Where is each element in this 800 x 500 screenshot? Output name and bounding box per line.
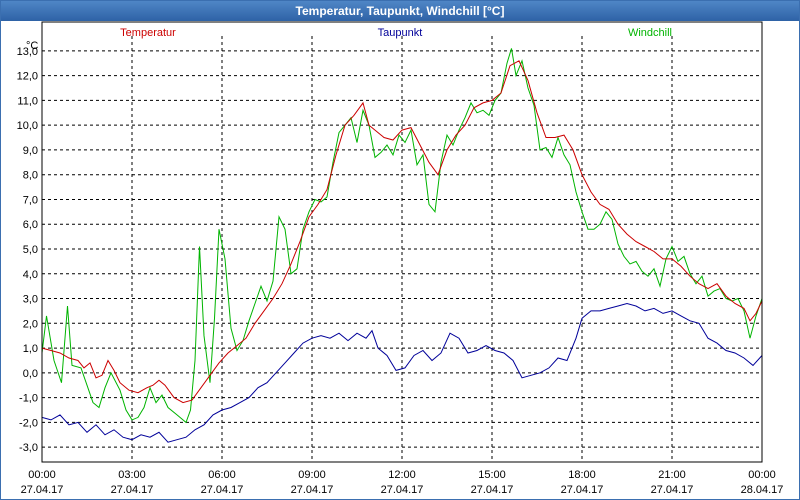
legend-entry-temperatur: Temperatur <box>120 27 176 39</box>
legend-entry-taupunkt: Taupunkt <box>378 27 423 39</box>
y-axis-label: °C <box>26 40 38 52</box>
x-tick-time-label: 00:00 <box>28 469 56 481</box>
x-tick-time-label: 03:00 <box>118 469 146 481</box>
y-tick-label: 4,0 <box>23 269 38 281</box>
x-tick-time-label: 15:00 <box>478 469 506 481</box>
x-tick-date-label: 27.04.17 <box>651 484 694 496</box>
y-tick-label: 8,0 <box>23 170 38 182</box>
x-tick-time-label: 09:00 <box>298 469 326 481</box>
y-tick-label: 2,0 <box>23 318 38 330</box>
grid <box>41 36 763 462</box>
x-tick-time-label: 21:00 <box>658 469 686 481</box>
y-tick-label: 7,0 <box>23 194 38 206</box>
y-tick-label: -1,0 <box>19 393 38 405</box>
y-tick-label: 10,0 <box>17 120 38 132</box>
y-tick-label: 5,0 <box>23 244 38 256</box>
legend-entry-windchill: Windchill <box>628 27 672 39</box>
y-tick-label: 3,0 <box>23 294 38 306</box>
x-axis-ticks: 00:00 27.04.17 03:00 27.04.17 06:00 27.04.17 0… <box>21 469 784 496</box>
x-tick-date-label: 28.04.17 <box>741 484 784 496</box>
y-tick-label: 6,0 <box>23 219 38 231</box>
y-tick-label: -3,0 <box>19 442 38 454</box>
x-tick-date-label: 27.04.17 <box>111 484 154 496</box>
x-tick-date-label: 27.04.17 <box>291 484 334 496</box>
y-axis-ticks: -3,0 -2,0 -1,0 0,0 1,0 2,0 3,0 4,0 5,0 6,0 7,0 8,0 9… <box>17 46 38 454</box>
x-tick-time-label: 06:00 <box>208 469 236 481</box>
x-tick-time-label: 18:00 <box>568 469 596 481</box>
x-tick-time-label: 12:00 <box>388 469 416 481</box>
y-tick-label: 12,0 <box>17 71 38 83</box>
x-tick-date-label: 27.04.17 <box>471 484 514 496</box>
chart-canvas: -3,0 -2,0 -1,0 0,0 1,0 2,0 3,0 4,0 5,0 6,0 7,0 8,0 9… <box>17 21 784 496</box>
legend: Temperatur Taupunkt Windchill <box>120 27 672 39</box>
y-tick-label: -2,0 <box>19 417 38 429</box>
x-tick-date-label: 27.04.17 <box>561 484 604 496</box>
series-lines <box>41 48 763 443</box>
y-tick-label: 1,0 <box>23 343 38 355</box>
x-tick-date-label: 27.04.17 <box>381 484 424 496</box>
y-tick-label: 0,0 <box>23 368 38 380</box>
x-tick-date-label: 27.04.17 <box>201 484 244 496</box>
x-tick-date-label: 27.04.17 <box>21 484 64 496</box>
y-tick-label: 11,0 <box>17 95 38 107</box>
x-tick-time-label: 00:00 <box>748 469 776 481</box>
series-line-temperatur <box>41 60 763 404</box>
y-tick-label: 9,0 <box>23 145 38 157</box>
